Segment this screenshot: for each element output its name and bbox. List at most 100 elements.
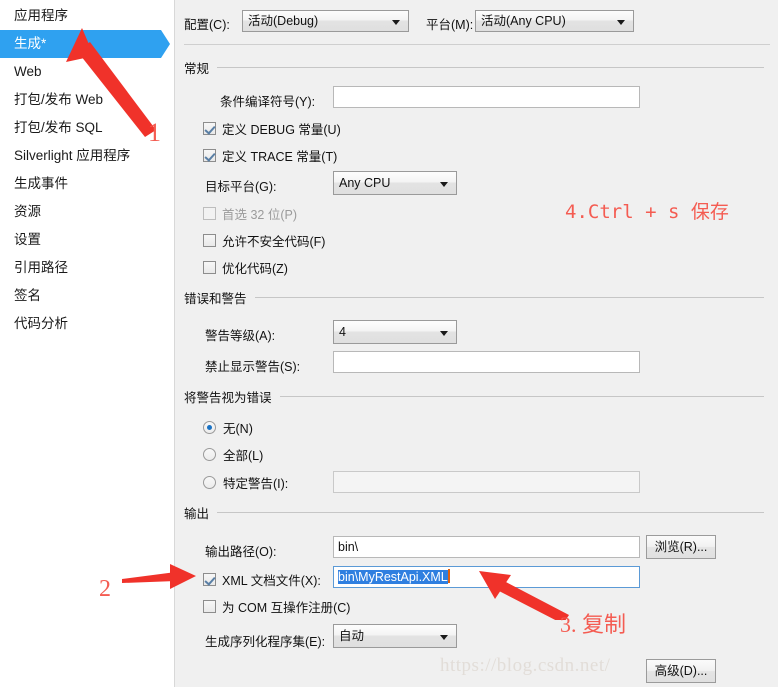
define-trace-label: 定义 TRACE 常量(T)	[222, 150, 338, 164]
chevron-down-icon	[392, 20, 400, 25]
watermark-text: https://blog.csdn.net/	[440, 655, 611, 676]
sidebar-item-label: 资源	[14, 204, 41, 219]
register-com-checkbox-row[interactable]: 为 COM 互操作注册(C)	[203, 597, 350, 616]
sidebar-item-build-events[interactable]: 生成事件	[0, 170, 174, 198]
sidebar-item-label: 生成*	[14, 36, 47, 51]
category-sidebar: 应用程序 生成* Web 打包/发布 Web 打包/发布 SQL Silverl…	[0, 0, 175, 687]
group-rule	[217, 67, 764, 68]
treat-warnings-group-title: 将警告视为错误	[184, 391, 272, 405]
output-group-title: 输出	[184, 507, 210, 521]
checkbox-icon[interactable]	[203, 261, 216, 274]
sidebar-item-package-publish-web[interactable]: 打包/发布 Web	[0, 86, 174, 114]
define-debug-checkbox-row[interactable]: 定义 DEBUG 常量(U)	[203, 119, 341, 138]
radio-icon[interactable]	[203, 421, 216, 434]
config-separator	[184, 44, 770, 45]
output-path-value: bin\	[338, 540, 359, 554]
advanced-button[interactable]: 高级(D)...	[646, 659, 716, 683]
annotation-step-1: 1	[148, 118, 161, 147]
define-debug-label: 定义 DEBUG 常量(U)	[222, 123, 341, 137]
group-rule	[254, 297, 764, 298]
radio-icon[interactable]	[203, 448, 216, 461]
build-settings-pane: 配置(C): 活动(Debug) 平台(M): 活动(Any CPU) 常规 条…	[176, 0, 778, 687]
browse-button[interactable]: 浏览(R)...	[646, 535, 716, 559]
warning-level-combobox[interactable]: 4	[333, 320, 457, 344]
checkbox-icon[interactable]	[203, 573, 216, 586]
treat-none-radio-row[interactable]: 无(N)	[203, 418, 253, 437]
checkbox-icon[interactable]	[203, 234, 216, 247]
treat-all-label: 全部(L)	[223, 449, 264, 463]
register-com-label: 为 COM 互操作注册(C)	[222, 601, 351, 615]
treat-all-radio-row[interactable]: 全部(L)	[203, 445, 263, 464]
sidebar-item-signing[interactable]: 签名	[0, 282, 174, 310]
advanced-button-label: 高级(D)...	[654, 664, 708, 678]
chevron-down-icon	[617, 20, 625, 25]
output-path-input[interactable]: bin\	[333, 536, 640, 558]
xml-doc-path-value: bin\MyRestApi.XML	[338, 570, 448, 584]
xml-doc-path-input[interactable]: bin\MyRestApi.XML	[333, 566, 640, 588]
suppress-warnings-input[interactable]	[333, 351, 640, 373]
general-group-title: 常规	[184, 62, 210, 76]
checkbox-icon[interactable]	[203, 149, 216, 162]
configuration-value: 活动(Debug)	[248, 14, 319, 28]
checkbox-icon[interactable]	[203, 122, 216, 135]
build-properties-page: 应用程序 生成* Web 打包/发布 Web 打包/发布 SQL Silverl…	[0, 0, 778, 687]
sidebar-item-label: 生成事件	[14, 176, 68, 191]
sidebar-item-label: Silverlight 应用程序	[14, 148, 131, 163]
errors-warnings-group-title: 错误和警告	[184, 292, 247, 306]
define-trace-checkbox-row[interactable]: 定义 TRACE 常量(T)	[203, 146, 337, 165]
platform-label: 平台(M):	[426, 18, 474, 32]
browse-button-label: 浏览(R)...	[654, 540, 708, 554]
sidebar-item-application[interactable]: 应用程序	[0, 2, 174, 30]
sidebar-item-web[interactable]: Web	[0, 58, 174, 86]
checkbox-icon[interactable]	[203, 600, 216, 613]
sidebar-item-build[interactable]: 生成*	[0, 30, 170, 58]
checkbox-icon	[203, 207, 216, 220]
treat-specific-label: 特定警告(I):	[223, 477, 289, 491]
conditional-symbols-input[interactable]	[333, 86, 640, 108]
sidebar-item-code-analysis[interactable]: 代码分析	[0, 310, 174, 338]
optimize-code-checkbox-row[interactable]: 优化代码(Z)	[203, 258, 288, 277]
treat-specific-radio-row[interactable]: 特定警告(I):	[203, 473, 288, 492]
xml-doc-checkbox-row[interactable]: XML 文档文件(X):	[203, 570, 321, 589]
general-group-header: 常规	[184, 58, 764, 77]
treat-none-label: 无(N)	[223, 422, 253, 436]
serialization-assembly-combobox[interactable]: 自动	[333, 624, 457, 648]
radio-icon[interactable]	[203, 476, 216, 489]
platform-value: 活动(Any CPU)	[481, 14, 566, 28]
sidebar-item-resources[interactable]: 资源	[0, 198, 174, 226]
configuration-label: 配置(C):	[184, 18, 230, 32]
platform-combobox[interactable]: 活动(Any CPU)	[475, 10, 634, 32]
output-group-header: 输出	[184, 503, 764, 522]
chevron-down-icon	[440, 182, 448, 187]
target-platform-combobox[interactable]: Any CPU	[333, 171, 457, 195]
prefer-32bit-checkbox-row: 首选 32 位(P)	[203, 204, 297, 223]
sidebar-item-label: 设置	[14, 232, 41, 247]
allow-unsafe-checkbox-row[interactable]: 允许不安全代码(F)	[203, 231, 325, 250]
annotation-step-4: 4.Ctrl + s 保存	[565, 201, 729, 223]
sidebar-item-label: 打包/发布 SQL	[14, 120, 103, 135]
sidebar-item-label: 代码分析	[14, 316, 68, 331]
sidebar-item-label: 引用路径	[14, 260, 68, 275]
serialization-assembly-label: 生成序列化程序集(E):	[205, 635, 326, 649]
serialization-assembly-value: 自动	[339, 629, 365, 643]
chevron-down-icon	[440, 331, 448, 336]
target-platform-label: 目标平台(G):	[205, 180, 277, 194]
specific-warnings-input[interactable]	[333, 471, 640, 493]
allow-unsafe-label: 允许不安全代码(F)	[222, 235, 326, 249]
xml-doc-label: XML 文档文件(X):	[222, 574, 321, 588]
configuration-row: 配置(C): 活动(Debug) 平台(M): 活动(Any CPU)	[176, 8, 778, 38]
sidebar-item-label: 签名	[14, 288, 41, 303]
sidebar-item-reference-paths[interactable]: 引用路径	[0, 254, 174, 282]
suppress-warnings-label: 禁止显示警告(S):	[205, 360, 301, 374]
sidebar-item-settings[interactable]: 设置	[0, 226, 174, 254]
configuration-combobox[interactable]: 活动(Debug)	[242, 10, 409, 32]
annotation-step-2: 2	[99, 576, 111, 602]
selection-chevron-icon	[161, 30, 170, 58]
group-rule	[217, 512, 764, 513]
errors-warnings-group-header: 错误和警告	[184, 288, 764, 307]
warning-level-value: 4	[339, 325, 346, 339]
text-caret	[447, 569, 450, 583]
warning-level-label: 警告等级(A):	[205, 329, 276, 343]
optimize-code-label: 优化代码(Z)	[222, 262, 288, 276]
output-path-label: 输出路径(O):	[205, 545, 277, 559]
